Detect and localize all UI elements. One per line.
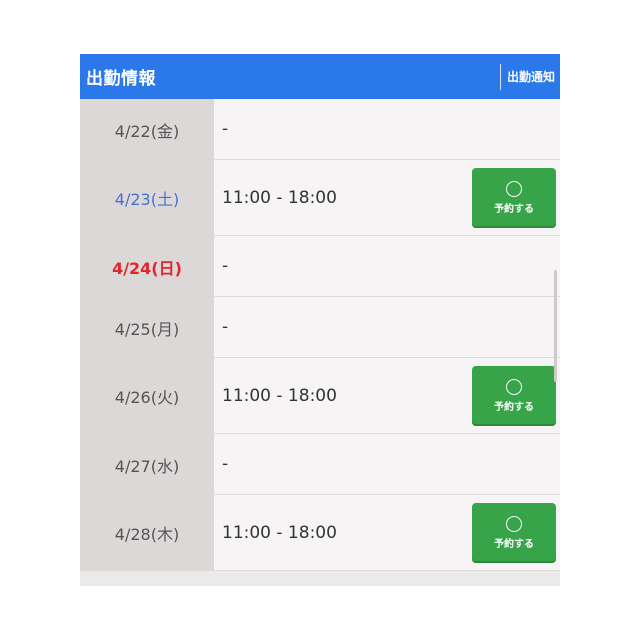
circle-icon bbox=[506, 515, 522, 532]
shift-time: - bbox=[222, 454, 229, 474]
date-label: 4/28(木) bbox=[80, 495, 214, 571]
schedule-list: 4/22(金) - 4/23(土) 11:00 - 18:00 予約する 4/2… bbox=[80, 99, 560, 571]
attendance-notify-button[interactable]: 出勤通知 bbox=[507, 68, 560, 85]
circle-icon bbox=[506, 180, 522, 197]
schedule-row: 4/23(土) 11:00 - 18:00 予約する bbox=[80, 160, 560, 236]
schedule-content: 11:00 - 18:00 予約する bbox=[214, 160, 560, 236]
shift-time: - bbox=[222, 256, 229, 276]
schedule-row: 4/24(日) - bbox=[80, 236, 560, 297]
date-label: 4/25(月) bbox=[80, 297, 214, 358]
header-bar: 出勤情報 出勤通知 bbox=[80, 54, 560, 99]
schedule-row: 4/26(火) 11:00 - 18:00 予約する bbox=[80, 358, 560, 434]
reserve-label: 予約する bbox=[494, 203, 534, 215]
schedule-row: 4/28(木) 11:00 - 18:00 予約する bbox=[80, 495, 560, 571]
circle-icon bbox=[506, 378, 522, 395]
schedule-content: - bbox=[214, 434, 560, 495]
reserve-button[interactable]: 予約する bbox=[472, 365, 556, 426]
shift-time: - bbox=[222, 119, 229, 139]
schedule-content: - bbox=[214, 99, 560, 160]
date-label: 4/24(日) bbox=[80, 236, 214, 297]
schedule-content: 11:00 - 18:00 予約する bbox=[214, 358, 560, 434]
date-label: 4/22(金) bbox=[80, 99, 214, 160]
reserve-button[interactable]: 予約する bbox=[472, 167, 556, 228]
scrollbar[interactable] bbox=[554, 270, 557, 382]
date-label: 4/27(水) bbox=[80, 434, 214, 495]
page-title: 出勤情報 bbox=[86, 69, 156, 89]
schedule-content: 11:00 - 18:00 予約する bbox=[214, 495, 560, 571]
schedule-row: 4/27(水) - bbox=[80, 434, 560, 495]
reserve-label: 予約する bbox=[494, 401, 534, 413]
schedule-row: 4/25(月) - bbox=[80, 297, 560, 358]
shift-time: 11:00 - 18:00 bbox=[222, 385, 337, 406]
schedule-content: - bbox=[214, 236, 560, 297]
notify-wrap: 出勤通知 bbox=[499, 54, 560, 99]
date-label: 4/26(火) bbox=[80, 358, 214, 434]
reserve-label: 予約する bbox=[494, 538, 534, 550]
schedule-row: 4/22(金) - bbox=[80, 99, 560, 160]
schedule-content: - bbox=[214, 297, 560, 358]
shift-time: 11:00 - 18:00 bbox=[222, 187, 337, 208]
header-divider bbox=[499, 63, 501, 90]
shift-time: 11:00 - 18:00 bbox=[222, 522, 337, 543]
reserve-button[interactable]: 予約する bbox=[472, 502, 556, 563]
date-label: 4/23(土) bbox=[80, 160, 214, 236]
attendance-panel: 出勤情報 出勤通知 4/22(金) - 4/23(土) 11:00 - 18:0… bbox=[80, 54, 560, 586]
shift-time: - bbox=[222, 317, 229, 337]
